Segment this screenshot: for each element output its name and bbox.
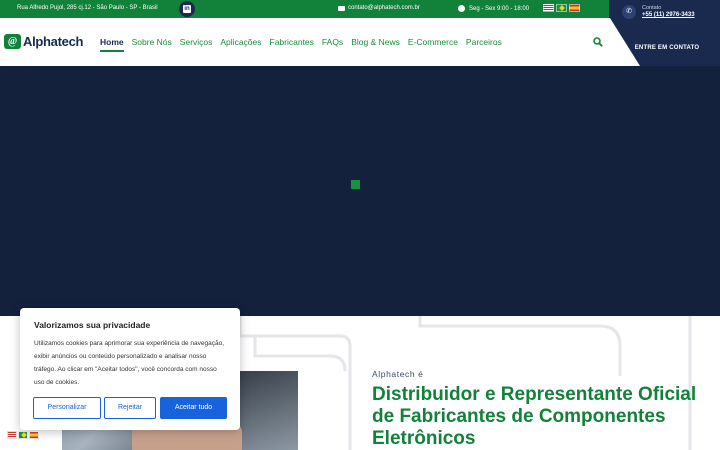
email-contact[interactable]: contato@alphatech.com.br [338, 5, 420, 11]
clock-icon [458, 5, 465, 12]
search-icon[interactable] [593, 37, 603, 47]
linkedin-link[interactable]: in [179, 1, 195, 17]
hero-banner [0, 66, 720, 316]
contact-phone[interactable]: +55 (11) 2976-3433 [642, 12, 695, 18]
floating-language-switcher [7, 431, 39, 439]
linkedin-icon: in [183, 5, 191, 13]
email-text[interactable]: contato@alphatech.com.br [348, 5, 420, 11]
loading-indicator [351, 180, 360, 189]
nav-item-blog-news[interactable]: Blog & News [351, 37, 400, 52]
brand-logo[interactable]: @ Alphatech [4, 34, 83, 49]
spain-flag-icon[interactable] [29, 431, 39, 439]
business-hours: Seg - Sex 9:00 - 18:00 [458, 5, 529, 12]
reject-button[interactable]: Rejeitar [104, 397, 156, 419]
logo-mark-icon: @ [4, 34, 21, 49]
nav-item-fabricantes[interactable]: Fabricantes [270, 37, 314, 52]
envelope-icon [338, 5, 345, 11]
address-text: Rua Alfredo Pujol, 285 cj.12 - São Paulo… [17, 5, 158, 11]
us-flag-icon[interactable] [543, 4, 554, 12]
phone-icon: ✆ [622, 5, 636, 19]
brazil-flag-icon[interactable] [556, 4, 567, 12]
nav-item-ecommerce[interactable]: E-Commerce [408, 37, 458, 52]
nav-item-sobre-nos[interactable]: Sobre Nós [132, 37, 172, 52]
cookie-title: Valorizamos sua privacidade [34, 320, 151, 330]
nav-item-aplicacoes[interactable]: Aplicações [220, 37, 261, 52]
language-switcher [543, 4, 580, 12]
spain-flag-icon[interactable] [569, 4, 580, 12]
nav-item-servicos[interactable]: Serviços [180, 37, 213, 52]
nav-item-parceiros[interactable]: Parceiros [466, 37, 502, 52]
us-flag-icon[interactable] [7, 431, 17, 439]
contact-us-button[interactable]: ENTRE EM CONTATO [617, 45, 717, 51]
main-nav: Home Sobre Nós Serviços Aplicações Fabri… [100, 37, 502, 52]
nav-item-faqs[interactable]: FAQs [322, 37, 343, 52]
section-kicker: Alphatech é [372, 369, 424, 379]
hours-text: Seg - Sex 9:00 - 18:00 [469, 5, 530, 12]
customize-button[interactable]: Personalizar [33, 397, 101, 419]
section-headline: Distribuidor e Representante Oficial de … [372, 384, 697, 449]
logo-text: Alphatech [23, 34, 84, 49]
cookie-text: Utilizamos cookies para aprimorar sua ex… [34, 340, 225, 386]
brazil-flag-icon[interactable] [18, 431, 28, 439]
accept-all-button[interactable]: Aceitar tudo [160, 397, 227, 419]
contact-label: Contato [642, 5, 662, 11]
nav-item-home[interactable]: Home [100, 37, 124, 52]
cookie-consent-dialog: Valorizamos sua privacidade Utilizamos c… [20, 308, 240, 430]
